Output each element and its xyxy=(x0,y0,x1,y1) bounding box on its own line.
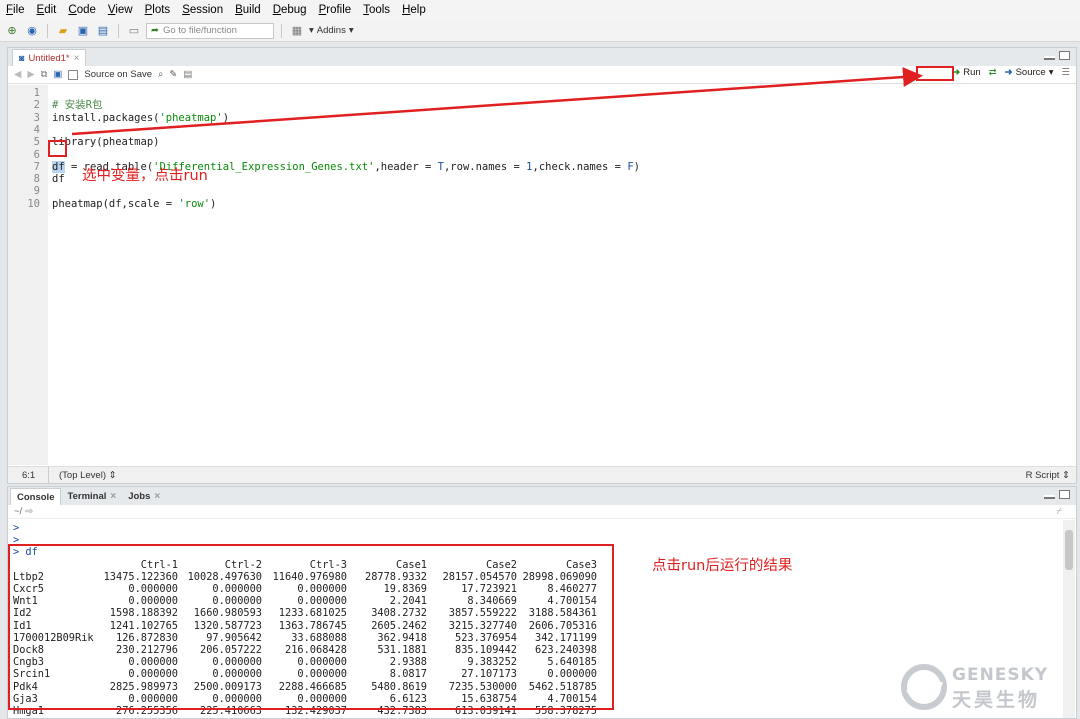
watermark-brand-cn: 天昊生物 xyxy=(952,689,1041,711)
run-highlight-box xyxy=(916,66,954,81)
annotation-result: 点击run后运行的结果 xyxy=(652,558,793,574)
genesky-watermark: GENESKY 天昊生物 xyxy=(900,663,1060,713)
variable-highlight-box xyxy=(48,140,67,157)
annotation-select-run: 选中变量，点击run xyxy=(82,168,208,184)
genesky-logo-icon xyxy=(901,664,947,710)
watermark-brand-en: GENESKY xyxy=(952,665,1049,685)
result-highlight-box xyxy=(8,544,614,710)
